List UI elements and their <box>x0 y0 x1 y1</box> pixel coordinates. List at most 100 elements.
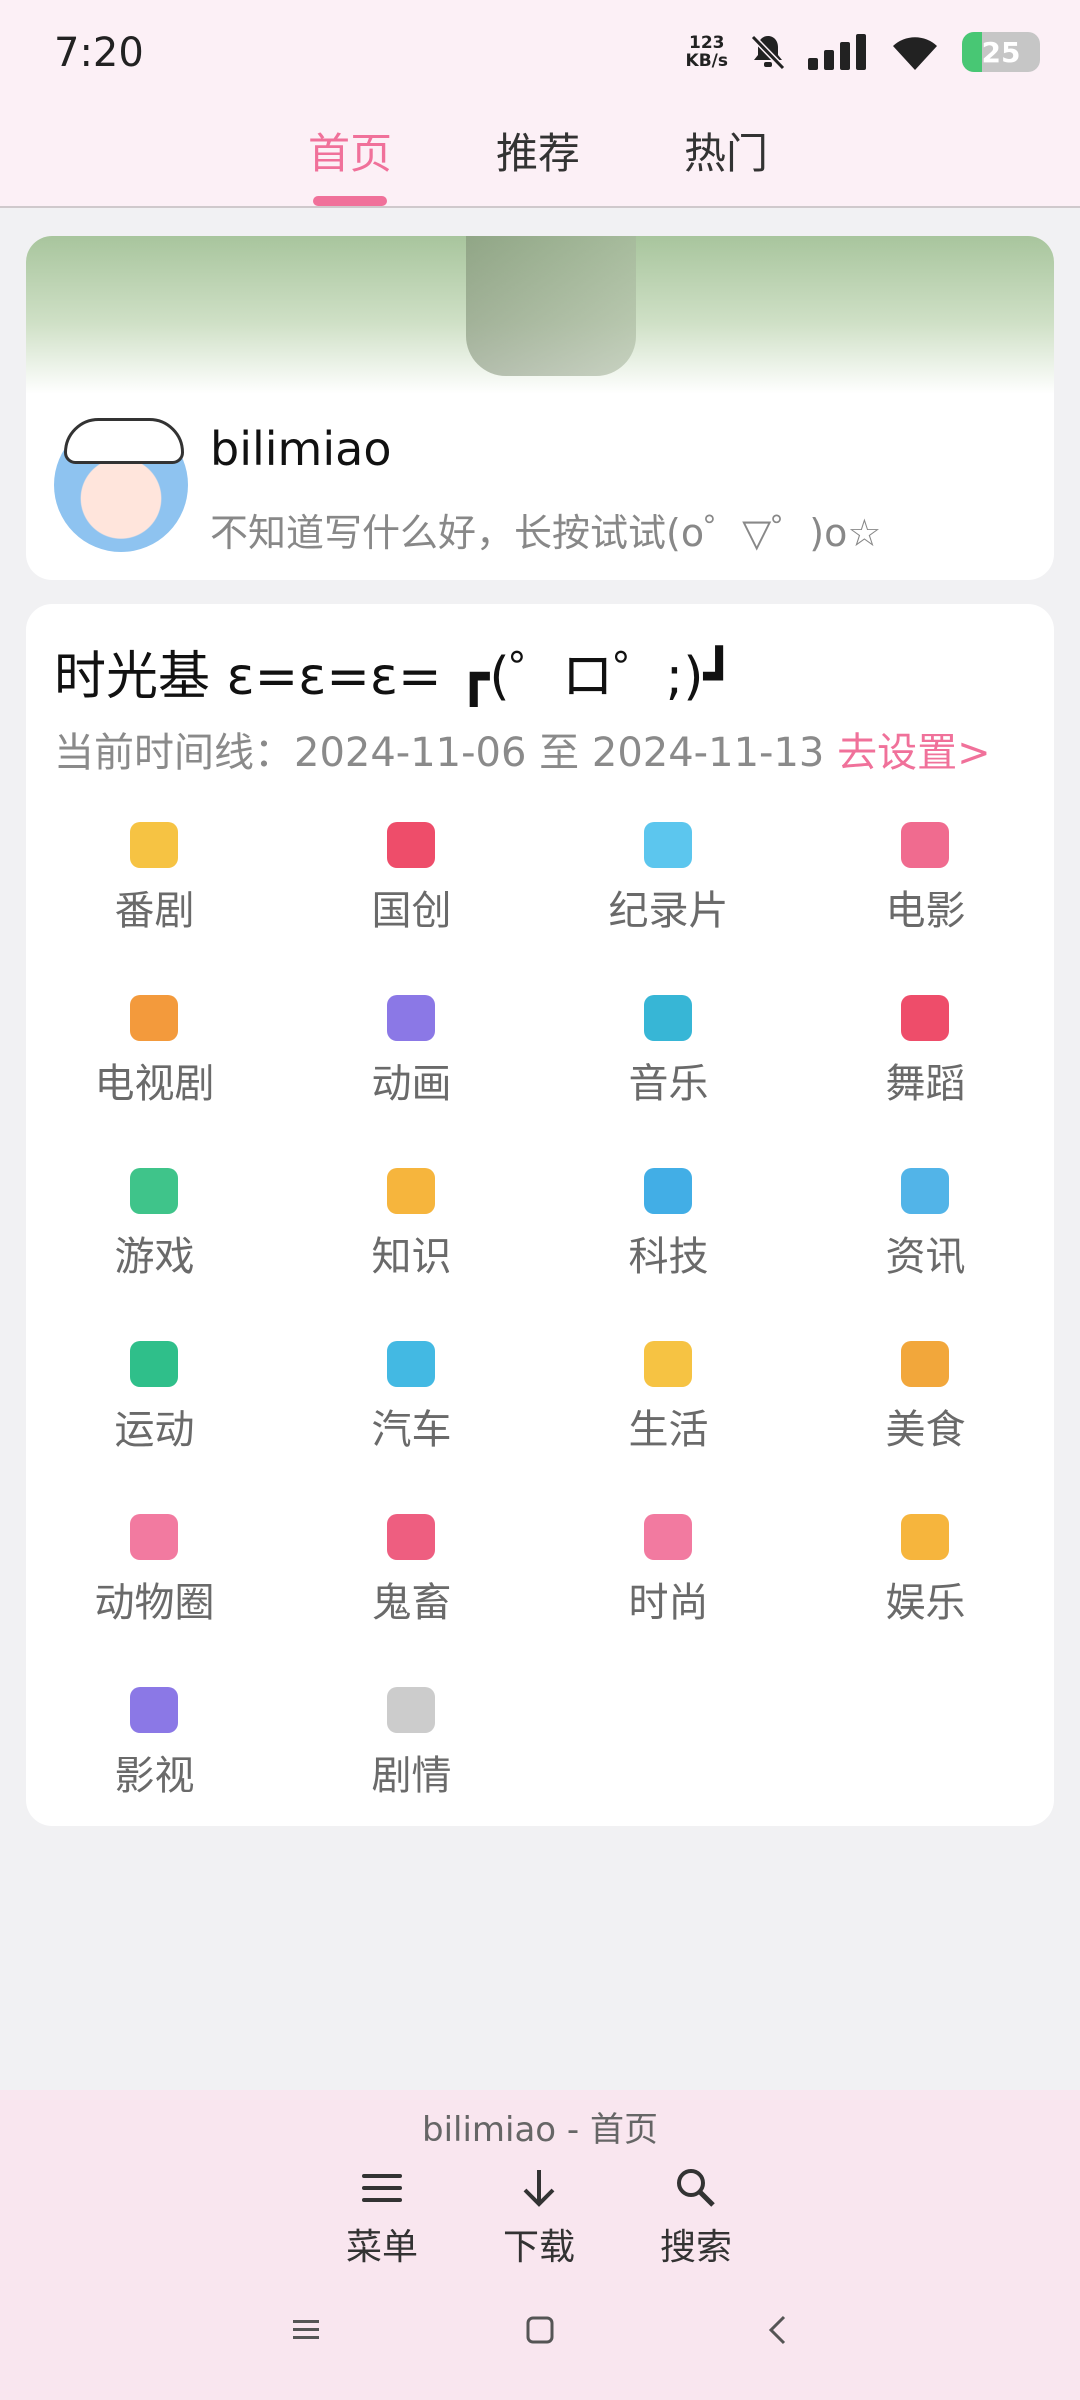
category-label: 娱乐 <box>885 1580 966 1626</box>
category-label: 国创 <box>371 888 452 934</box>
category-label: 知识 <box>371 1234 452 1280</box>
top-tab-bar: 首页 推荐 热门 <box>0 100 1080 208</box>
flower-face-icon <box>387 1514 435 1560</box>
network-speed: 123 KB/s <box>685 33 728 71</box>
category-label: 番剧 <box>114 888 195 934</box>
category-item[interactable]: 音乐 <box>540 977 797 1149</box>
dress-icon <box>644 1514 692 1560</box>
category-label: 音乐 <box>628 1061 709 1107</box>
bilibili-tv-icon <box>387 1687 435 1733</box>
search-icon <box>677 2169 715 2207</box>
category-item[interactable]: 国创 <box>283 804 540 976</box>
car-icon <box>387 1341 435 1387</box>
category-label: 游戏 <box>114 1234 195 1280</box>
play-icon <box>387 995 435 1041</box>
category-label: 科技 <box>628 1234 709 1280</box>
timeline-settings-link[interactable]: 去设置> <box>837 730 991 776</box>
category-item[interactable]: 生活 <box>540 1323 797 1495</box>
tab-popular[interactable]: 热门 <box>666 120 786 181</box>
category-item[interactable]: 美食 <box>797 1323 1054 1495</box>
category-item[interactable]: 剧情 <box>283 1669 540 1826</box>
category-item[interactable]: 纪录片 <box>540 804 797 976</box>
mute-bell-icon <box>750 34 786 71</box>
timeline-card: 时光基 ε=ε=ε= ┏(゜ロ゜;)┛ 当前时间线：2024-11-06 至 2… <box>26 604 1054 1826</box>
avatar[interactable] <box>54 418 188 552</box>
username: bilimiao <box>210 422 392 476</box>
download-button[interactable]: 下载 <box>479 2160 599 2270</box>
timeline-range: 当前时间线：2024-11-06 至 2024-11-13 去设置> <box>54 720 991 778</box>
category-item[interactable]: 知识 <box>283 1150 540 1322</box>
signal-icon <box>808 34 866 70</box>
battery-indicator: 25 <box>962 32 1040 72</box>
category-item[interactable]: 电视剧 <box>26 977 283 1149</box>
category-label: 鬼畜 <box>371 1580 452 1626</box>
3d-glasses-icon <box>901 822 949 868</box>
duck-icon <box>644 1341 692 1387</box>
fan-icon <box>901 995 949 1041</box>
recents-icon <box>293 2320 319 2339</box>
category-item[interactable]: 资讯 <box>797 1150 1054 1322</box>
category-label: 动画 <box>371 1061 452 1107</box>
system-home-button[interactable] <box>510 2310 570 2350</box>
system-back-button[interactable] <box>748 2310 808 2350</box>
menu-label: 菜单 <box>345 2227 418 2268</box>
tv-icon <box>130 822 178 868</box>
runner-icon <box>130 1341 178 1387</box>
status-time: 7:20 <box>54 30 144 76</box>
category-label: 影视 <box>114 1753 195 1799</box>
category-item[interactable]: 汽车 <box>283 1323 540 1495</box>
download-label: 下载 <box>502 2227 575 2268</box>
bottom-title: bilimiao - 首页 <box>421 2110 658 2150</box>
menu-icon <box>362 2174 402 2202</box>
profile-card[interactable]: bilimiao 不知道写什么好，长按试试(o゜▽゜)o☆ <box>26 236 1054 580</box>
category-label: 运动 <box>114 1407 195 1453</box>
category-item[interactable]: 影视 <box>26 1669 283 1826</box>
lightbulb-icon <box>387 1168 435 1214</box>
category-item[interactable]: 时尚 <box>540 1496 797 1668</box>
category-item[interactable]: 运动 <box>26 1323 283 1495</box>
peach-icon <box>387 822 435 868</box>
category-item[interactable]: 番剧 <box>26 804 283 976</box>
category-label: 生活 <box>628 1407 709 1453</box>
category-label: 纪录片 <box>608 888 729 934</box>
category-item[interactable]: 科技 <box>540 1150 797 1322</box>
wifi-icon <box>893 37 937 70</box>
profile-banner <box>26 236 1054 394</box>
news-icon <box>901 1168 949 1214</box>
category-item[interactable]: 娱乐 <box>797 1496 1054 1668</box>
tab-home[interactable]: 首页 <box>290 120 410 181</box>
category-item[interactable]: 动画 <box>283 977 540 1149</box>
category-label: 汽车 <box>371 1407 452 1453</box>
timeline-range-text: 当前时间线：2024-11-06 至 2024-11-13 <box>54 730 838 776</box>
search-label: 搜索 <box>659 2227 732 2268</box>
category-item[interactable]: 游戏 <box>26 1150 283 1322</box>
ufo-icon <box>644 1168 692 1214</box>
category-item[interactable]: 舞蹈 <box>797 977 1054 1149</box>
category-label: 剧情 <box>371 1753 452 1799</box>
back-chevron-icon <box>768 2315 786 2345</box>
menu-button[interactable]: 菜单 <box>322 2160 442 2270</box>
category-label: 电视剧 <box>94 1061 215 1107</box>
food-bowl-icon <box>901 1341 949 1387</box>
category-item[interactable]: 电影 <box>797 804 1054 976</box>
active-tab-indicator <box>313 196 387 206</box>
status-bar: 7:20 123 KB/s 25 <box>0 0 1080 100</box>
tab-recommend[interactable]: 推荐 <box>478 120 598 181</box>
paw-icon <box>130 1514 178 1560</box>
status-icons: 123 KB/s 25 <box>686 30 1040 74</box>
headphones-icon <box>644 995 692 1041</box>
download-arrow-icon <box>523 2170 555 2207</box>
category-label: 舞蹈 <box>885 1061 966 1107</box>
category-label: 电影 <box>885 888 966 934</box>
magic-wand-icon <box>901 1514 949 1560</box>
category-label: 美食 <box>885 1407 966 1453</box>
category-item[interactable]: 动物圈 <box>26 1496 283 1668</box>
whale-icon <box>644 822 692 868</box>
timeline-title: 时光基 ε=ε=ε= ┏(゜ロ゜;)┛ <box>54 647 735 707</box>
user-signature: 不知道写什么好，长按试试(o゜▽゜)o☆ <box>210 511 882 555</box>
search-button[interactable]: 搜索 <box>636 2160 756 2270</box>
category-item[interactable]: 鬼畜 <box>283 1496 540 1668</box>
home-square-icon <box>526 2316 554 2344</box>
system-recents-button[interactable] <box>276 2310 336 2350</box>
creeper-icon <box>130 1168 178 1214</box>
